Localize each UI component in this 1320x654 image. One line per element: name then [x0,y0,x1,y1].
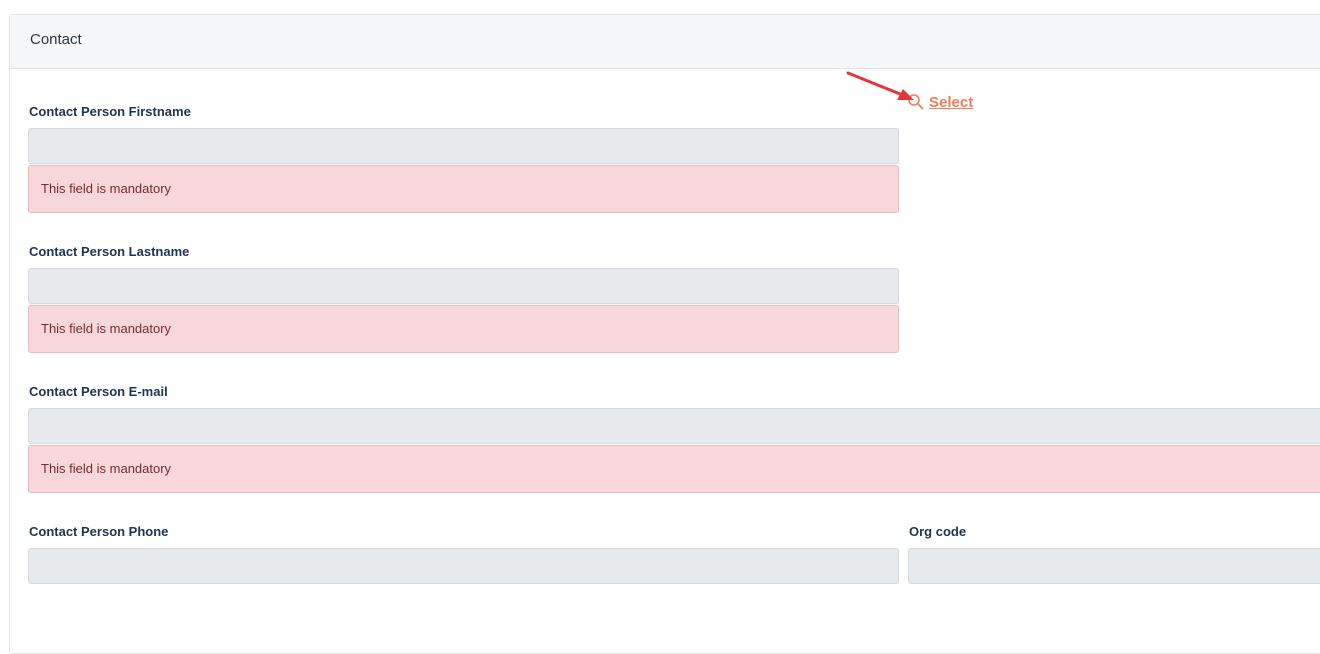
email-input[interactable] [28,408,1320,444]
panel-header: Contact [10,15,1320,69]
phone-label: Contact Person Phone [29,524,169,539]
lastname-label: Contact Person Lastname [29,244,190,259]
search-icon [907,93,925,111]
firstname-label: Contact Person Firstname [29,104,191,119]
phone-input[interactable] [28,548,899,584]
orgcode-label: Org code [909,524,967,539]
firstname-error: This field is mandatory [28,165,899,213]
lastname-error: This field is mandatory [28,305,899,353]
panel-title: Contact [30,31,82,48]
email-error: This field is mandatory [28,445,1320,493]
select-contact-link[interactable]: Select [907,93,973,111]
email-label: Contact Person E-mail [29,384,168,399]
select-link-label: Select [929,93,974,111]
orgcode-input[interactable] [908,548,1320,584]
lastname-input[interactable] [28,268,899,304]
firstname-input[interactable] [28,128,899,164]
